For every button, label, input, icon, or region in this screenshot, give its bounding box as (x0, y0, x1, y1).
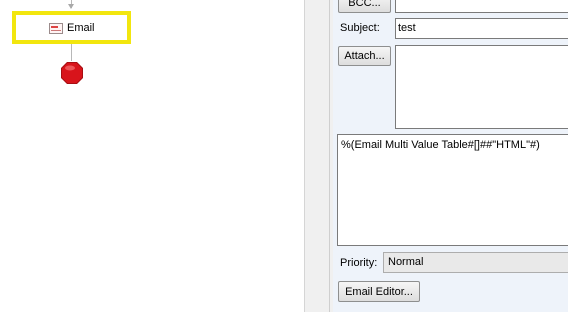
pane-splitter[interactable] (304, 0, 333, 312)
bcc-button-label: BCC... (348, 0, 381, 9)
subject-field[interactable]: test (395, 18, 568, 39)
priority-select[interactable]: Normal (383, 252, 568, 273)
attach-button-label: Attach... (344, 50, 385, 62)
subject-label: Subject: (340, 22, 380, 34)
bcc-button[interactable]: BCC... (338, 0, 391, 13)
email-editor-button[interactable]: Email Editor... (338, 281, 420, 302)
email-step-node[interactable]: Email (12, 11, 131, 44)
email-editor-button-label: Email Editor... (345, 285, 413, 298)
attach-button[interactable]: Attach... (338, 46, 391, 66)
email-properties-panel: BCC... Subject: test Attach... %(Email M… (333, 0, 568, 312)
bcc-field[interactable] (395, 0, 568, 13)
email-node-label: Email (67, 22, 95, 34)
attachments-list[interactable] (395, 45, 568, 129)
stop-icon[interactable] (60, 61, 84, 85)
email-icon (49, 22, 63, 34)
priority-label-text: riority: (347, 257, 378, 269)
email-body-field[interactable]: %(Email Multi Value Table#[]##"HTML"#) (337, 134, 568, 246)
priority-label: Priority: (340, 257, 377, 269)
workflow-canvas[interactable]: Email (0, 0, 304, 312)
subject-label-text: ubject: (347, 22, 380, 34)
connector-line-bottom (71, 44, 72, 61)
connector-arrow-icon (68, 4, 74, 9)
